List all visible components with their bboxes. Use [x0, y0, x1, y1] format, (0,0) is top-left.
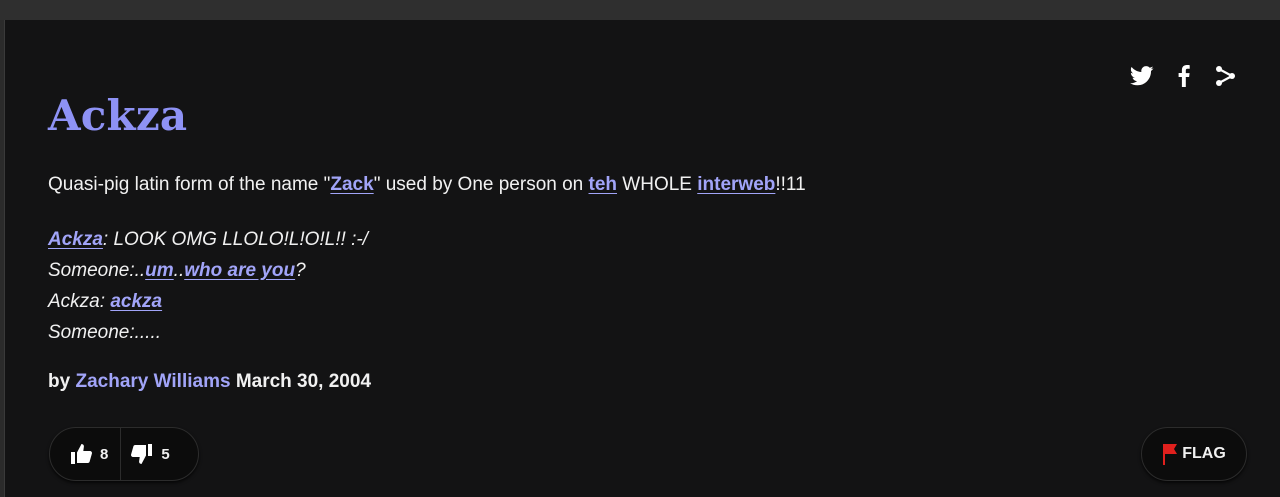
- example-line: Someone:.....: [48, 317, 948, 348]
- definition-card: Ackza Quasi-pig latin form of the name "…: [4, 20, 1280, 497]
- text-segment: Ackza:: [48, 291, 111, 312]
- term-link[interactable]: Ackza: [48, 229, 103, 250]
- term-link[interactable]: who are you: [184, 260, 295, 281]
- upvote-button[interactable]: 8: [50, 428, 120, 480]
- definition-meaning: Quasi-pig latin form of the name "Zack" …: [48, 172, 1148, 198]
- share-buttons: [1121, 64, 1247, 88]
- term-link[interactable]: ackza: [110, 291, 162, 312]
- example-line: Ackza: ackza: [48, 286, 948, 317]
- text-segment: ?: [295, 260, 306, 281]
- contributor-date: March 30, 2004: [235, 371, 372, 392]
- text-segment: : LOOK OMG LLOLO!L!O!L!! :-/: [102, 229, 368, 250]
- word-title[interactable]: Ackza: [48, 91, 187, 140]
- example-line: Ackza: LOOK OMG LLOLO!L!O!L!! :-/: [48, 224, 948, 255]
- thumbs-up-icon: [71, 444, 92, 464]
- thumbs-down-icon: [131, 444, 153, 464]
- browser-top-strip: [0, 0, 1280, 20]
- contributor-author[interactable]: Zachary Williams: [75, 371, 230, 392]
- upvote-count: 8: [100, 445, 109, 463]
- flag-icon: [1163, 444, 1178, 465]
- text-segment: Someone:..: [48, 260, 146, 281]
- term-link[interactable]: um: [145, 260, 174, 281]
- term-link[interactable]: interweb: [697, 174, 775, 195]
- share-icon[interactable]: [1205, 64, 1247, 88]
- text-segment: WHOLE: [617, 174, 698, 195]
- vote-buttons: 8 5: [49, 427, 199, 481]
- flag-label: FLAG: [1182, 445, 1226, 462]
- text-segment: Someone:.....: [48, 322, 162, 343]
- contributor: by Zachary Williams March 30, 2004: [48, 371, 371, 393]
- text-segment: ..: [173, 260, 185, 281]
- text-segment: !!11: [775, 174, 806, 195]
- definition-example: Ackza: LOOK OMG LLOLO!L!O!L!! :-/Someone…: [48, 224, 948, 348]
- downvote-count: 5: [161, 445, 170, 463]
- text-segment: " used by One person on: [373, 174, 589, 195]
- text-segment: Quasi-pig latin form of the name ": [48, 174, 331, 195]
- twitter-icon[interactable]: [1121, 64, 1163, 88]
- term-link[interactable]: Zack: [330, 174, 373, 195]
- downvote-button[interactable]: 5: [120, 428, 181, 480]
- example-line: Someone:..um..who are you?: [48, 255, 948, 286]
- facebook-icon[interactable]: [1163, 64, 1205, 88]
- contributor-by: by: [48, 371, 71, 392]
- term-link[interactable]: teh: [589, 174, 618, 195]
- flag-button[interactable]: FLAG: [1141, 427, 1247, 481]
